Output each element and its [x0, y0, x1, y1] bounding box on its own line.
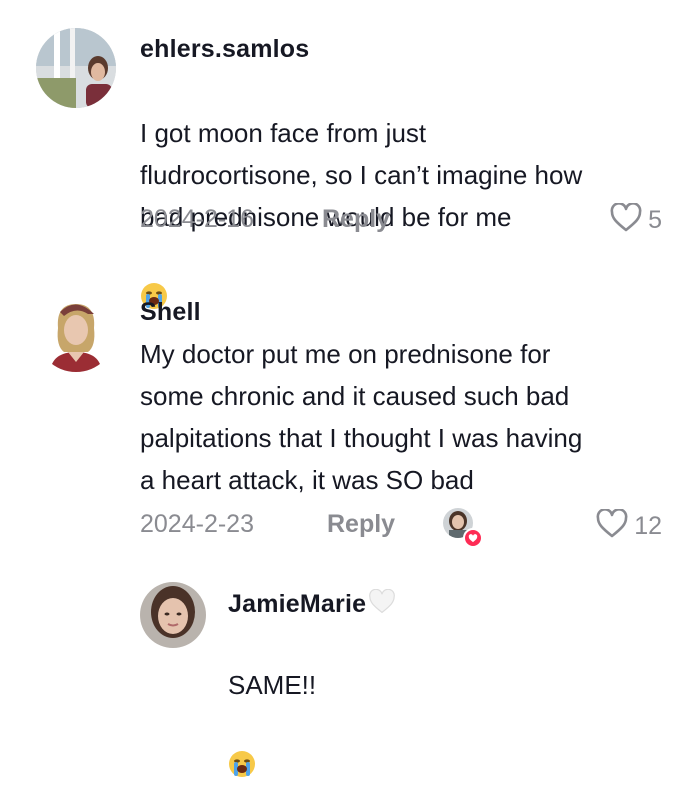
- reply-item: JamieMarie SAME!!: [0, 560, 698, 777]
- reply-button[interactable]: Reply: [327, 510, 395, 539]
- white-heart-icon: [368, 588, 396, 622]
- like-button[interactable]: 12: [596, 508, 662, 544]
- reply-button[interactable]: Reply: [322, 205, 390, 234]
- heart-badge-icon: [463, 528, 483, 548]
- reply-username[interactable]: JamieMarie: [228, 588, 396, 622]
- avatar[interactable]: [140, 582, 206, 648]
- avatar[interactable]: [36, 28, 116, 108]
- comment-date: 2024-2-23: [140, 510, 254, 538]
- comment-username[interactable]: ehlers.samlos: [140, 35, 309, 64]
- loudly-crying-face-icon: [228, 706, 256, 790]
- comment-text: My doctor put me on prednisone for some …: [140, 339, 583, 495]
- like-count: 5: [648, 206, 662, 234]
- avatar[interactable]: [36, 292, 116, 372]
- comment-date: 2024-2-16: [140, 205, 254, 233]
- comment-username[interactable]: Shell: [140, 298, 201, 327]
- like-button[interactable]: 5: [610, 202, 662, 238]
- like-count: 12: [634, 512, 662, 540]
- creator-liked-badge: [443, 508, 483, 548]
- comment-item: Shell My doctor put me on prednisone for…: [0, 260, 698, 560]
- comment-item: ehlers.samlos I got moon face from just …: [0, 0, 698, 309]
- reply-text: SAME!!: [228, 622, 316, 790]
- heart-icon: [610, 202, 642, 238]
- heart-icon: [596, 508, 628, 544]
